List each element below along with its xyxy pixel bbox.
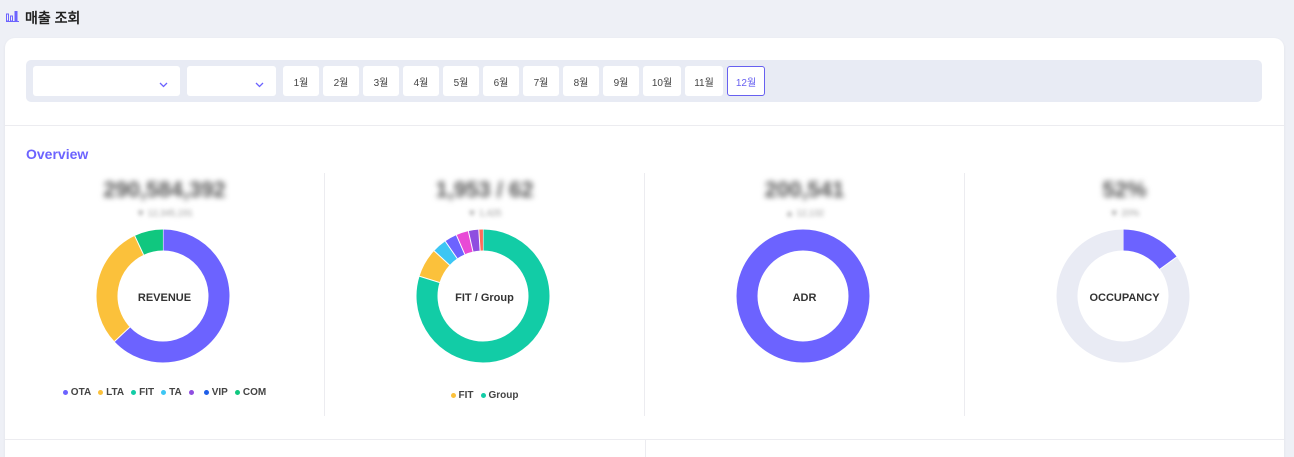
month-button[interactable]: 4월 [403, 66, 439, 96]
overview-title: Overview [26, 146, 89, 162]
donut-slice[interactable] [134, 229, 164, 256]
chevron-down-icon [255, 75, 264, 93]
month-button[interactable]: 10월 [643, 66, 681, 96]
legend-item[interactable]: Group [480, 390, 519, 401]
legend-label: FIT [139, 387, 155, 398]
legend-item[interactable]: VIP [203, 387, 228, 398]
overview-panel-occupancy: 52% ▼ 20% OCCUPANCY [965, 173, 1284, 416]
kpi-value: 290,584,392 [103, 177, 226, 202]
divider [645, 440, 646, 457]
month-button[interactable]: 5월 [443, 66, 479, 96]
chevron-down-icon [159, 75, 168, 93]
donut-slice[interactable] [468, 229, 481, 252]
donut-slice[interactable] [434, 241, 458, 266]
bar-chart-icon [6, 9, 20, 27]
month-button[interactable]: 9월 [603, 66, 639, 96]
donut-center-label: REVENUE [137, 292, 192, 304]
legend-label: Group [488, 390, 519, 401]
legend-item[interactable]: COM [234, 387, 267, 398]
month-button[interactable]: 7월 [523, 66, 559, 96]
overview-panel-revenue: 290,584,392 ▼ 12,345,191 REVENUE OTA LTA FIT T… [5, 173, 324, 416]
chart-legend: FIT Group [325, 390, 644, 401]
legend-item[interactable]: FIT [131, 387, 154, 398]
donut-slice[interactable] [1122, 229, 1177, 270]
legend-dot [62, 390, 68, 395]
legend-dot [98, 390, 104, 395]
legend-dot [234, 390, 240, 395]
legend-dot [480, 393, 486, 398]
donut-slice[interactable] [456, 231, 474, 255]
sales-card: 1월 2월 3월 4월 5월 6월 7월 8월 9월 10월 11월 12월 Overview 290… [5, 38, 1284, 457]
donut-center-label: ADR [792, 292, 817, 304]
legend-item[interactable]: LTA [98, 387, 124, 398]
month-button[interactable]: 11월 [685, 66, 723, 96]
donut-slice[interactable] [445, 235, 465, 259]
legend-label: COM [242, 387, 267, 398]
overview-panel-fit-group: 1,953 / 62 ▼ 1,425 FIT / Group FIT Group [325, 173, 644, 416]
donut-slice[interactable] [96, 235, 145, 342]
month-button[interactable]: 3월 [363, 66, 399, 96]
page-header: 매출 조회 [6, 8, 80, 28]
overview-panel-adr: 200,541 ▲ 12,132 ADR [645, 173, 964, 416]
legend-dot [161, 390, 167, 395]
legend-label: VIP [211, 387, 228, 398]
month-button[interactable]: 12월 [727, 66, 765, 96]
donut-center-label: OCCUPANCY [1089, 292, 1160, 304]
month-buttons: 1월 2월 3월 4월 5월 6월 7월 8월 9월 10월 11월 12월 [283, 66, 769, 96]
kpi-value: 1,953 / 62 [435, 177, 534, 202]
divider [5, 125, 1284, 126]
kpi-change: ▼ 20% [1109, 208, 1140, 218]
kpi-value: 52% [1102, 177, 1147, 202]
filter-bar: 1월 2월 3월 4월 5월 6월 7월 8월 9월 10월 11월 12월 [26, 60, 1262, 102]
legend-item[interactable] [188, 387, 197, 398]
month-button[interactable]: 6월 [483, 66, 519, 96]
month-button[interactable]: 8월 [563, 66, 599, 96]
legend-item[interactable]: OTA [62, 387, 92, 398]
kpi-value: 200,541 [764, 177, 845, 202]
legend-label: TA [169, 387, 182, 398]
legend-dot [131, 390, 137, 395]
legend-item[interactable]: FIT [450, 390, 474, 401]
kpi-change: ▲ 12,132 [785, 208, 824, 218]
legend-label: LTA [106, 387, 125, 398]
chart-legend: OTA LTA FIT TA VIP COM [5, 387, 324, 398]
month-button[interactable]: 2월 [323, 66, 359, 96]
legend-dot [450, 393, 456, 398]
legend-dot [188, 390, 194, 395]
legend-label: FIT [458, 390, 474, 401]
kpi-change: ▼ 12,345,191 [136, 208, 193, 218]
legend-dot [203, 390, 209, 395]
legend-label: OTA [70, 387, 92, 398]
legend-item[interactable]: TA [161, 387, 182, 398]
page-title: 매출 조회 [25, 10, 81, 26]
month-button[interactable]: 1월 [283, 66, 319, 96]
donut-slice[interactable] [419, 250, 450, 284]
filter-select-2[interactable] [187, 66, 276, 96]
filter-select-1[interactable] [33, 66, 180, 96]
donut-center-label: FIT / Group [455, 292, 514, 304]
kpi-change: ▼ 1,425 [467, 208, 502, 218]
